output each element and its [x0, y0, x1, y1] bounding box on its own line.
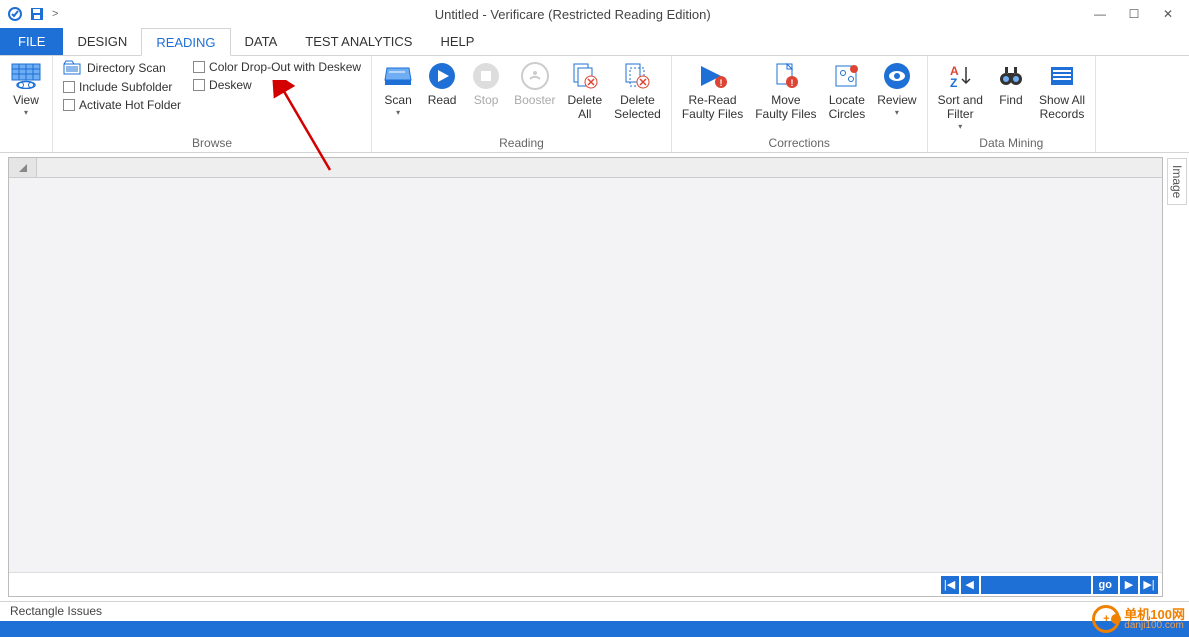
folder-scan-icon	[63, 60, 83, 76]
grid-view-icon	[10, 60, 42, 92]
view-label: View	[13, 94, 39, 108]
review-button[interactable]: Review ▾	[871, 58, 922, 119]
tab-file[interactable]: FILE	[0, 28, 63, 55]
show-all-records-button[interactable]: Show All Records	[1033, 58, 1091, 124]
view-button[interactable]: View ▾	[4, 58, 48, 119]
deskew-checkbox[interactable]: Deskew	[193, 78, 361, 92]
checkbox-icon	[193, 79, 205, 91]
data-grid[interactable]: |◀ ◀ go ▶ ▶|	[8, 157, 1163, 597]
status-bar	[0, 621, 1189, 637]
maximize-button[interactable]: ☐	[1121, 4, 1147, 24]
nav-go-button[interactable]: go	[1093, 576, 1118, 594]
eye-icon	[881, 60, 913, 92]
activate-hot-folder-checkbox[interactable]: Activate Hot Folder	[63, 98, 181, 112]
minimize-button[interactable]: —	[1087, 4, 1113, 24]
delete-selected-icon	[621, 60, 653, 92]
nav-scrollbar[interactable]	[981, 576, 1091, 594]
delete-all-icon	[569, 60, 601, 92]
play-icon	[426, 60, 458, 92]
svg-text:!: !	[790, 78, 793, 88]
binoculars-icon	[995, 60, 1027, 92]
tab-design[interactable]: DESIGN	[63, 28, 141, 55]
include-subfolder-checkbox[interactable]: Include Subfolder	[63, 80, 181, 94]
color-dropout-deskew-checkbox[interactable]: Color Drop-Out with Deskew	[193, 60, 361, 74]
directory-scan-button[interactable]: Directory Scan	[63, 60, 181, 76]
tab-reading[interactable]: READING	[141, 28, 230, 56]
image-panel-tab[interactable]: Image	[1167, 158, 1187, 205]
quick-access-toolbar: >	[0, 5, 58, 23]
chevron-down-icon: ▾	[396, 108, 400, 117]
locate-circles-icon	[831, 60, 863, 92]
grid-body[interactable]	[9, 178, 1162, 572]
tab-help[interactable]: HELP	[426, 28, 488, 55]
chevron-down-icon: ▾	[958, 122, 962, 131]
grid-header	[9, 158, 1162, 178]
read-button[interactable]: Read	[420, 58, 464, 110]
rectangle-issues-panel-header[interactable]: Rectangle Issues	[0, 601, 1189, 621]
find-button[interactable]: Find	[989, 58, 1033, 110]
chevron-down-icon: ▾	[24, 108, 28, 117]
watermark: + 单机100网 danji100.com	[1092, 605, 1185, 633]
delete-all-button[interactable]: Delete All	[561, 58, 608, 124]
group-label-reading: Reading	[376, 134, 667, 152]
group-label-data-mining: Data Mining	[932, 134, 1091, 152]
save-icon[interactable]	[28, 5, 46, 23]
svg-text:Z: Z	[950, 76, 957, 89]
nav-first-button[interactable]: |◀	[941, 576, 959, 594]
stop-button[interactable]: Stop	[464, 58, 508, 110]
group-label-browse: Browse	[57, 134, 367, 152]
checkbox-icon	[193, 61, 205, 73]
booster-button[interactable]: Booster	[508, 58, 561, 110]
close-button[interactable]: ✕	[1155, 4, 1181, 24]
document-alert-icon: !	[770, 60, 802, 92]
sort-az-icon: AZ	[944, 60, 976, 92]
nav-next-button[interactable]: ▶	[1120, 576, 1138, 594]
move-faulty-button[interactable]: ! Move Faulty Files	[749, 58, 822, 124]
booster-icon	[519, 60, 551, 92]
nav-last-button[interactable]: ▶|	[1140, 576, 1158, 594]
nav-prev-button[interactable]: ◀	[961, 576, 979, 594]
locate-circles-button[interactable]: Locate Circles	[823, 58, 872, 124]
checkbox-icon	[63, 99, 75, 111]
group-label-corrections: Corrections	[676, 134, 923, 152]
qat-dropdown-marker[interactable]: >	[50, 8, 58, 20]
reread-faulty-button[interactable]: ! Re-Read Faulty Files	[676, 58, 749, 124]
sort-filter-button[interactable]: AZ Sort and Filter ▾	[932, 58, 989, 133]
tab-test-analytics[interactable]: TEST ANALYTICS	[291, 28, 426, 55]
delete-selected-button[interactable]: Delete Selected	[608, 58, 667, 124]
watermark-logo-icon: +	[1092, 605, 1120, 633]
chevron-down-icon: ▾	[895, 108, 899, 117]
tab-data[interactable]: DATA	[231, 28, 292, 55]
ribbon-tabs: FILE DESIGN READING DATA TEST ANALYTICS …	[0, 28, 1189, 56]
records-icon	[1046, 60, 1078, 92]
stop-icon	[470, 60, 502, 92]
play-alert-icon: !	[697, 60, 729, 92]
grid-select-all-corner[interactable]	[9, 158, 37, 177]
app-icon[interactable]	[6, 5, 24, 23]
svg-text:!: !	[719, 78, 722, 88]
grid-navigator: |◀ ◀ go ▶ ▶|	[9, 572, 1162, 596]
window-title: Untitled - Verificare (Restricted Readin…	[58, 7, 1087, 22]
content-area: |◀ ◀ go ▶ ▶|	[0, 153, 1189, 601]
ribbon: View ▾ Directory Scan Include Subfolder …	[0, 56, 1189, 153]
scan-button[interactable]: Scan ▾	[376, 58, 420, 119]
title-bar: > Untitled - Verificare (Restricted Read…	[0, 0, 1189, 28]
scanner-icon	[382, 60, 414, 92]
checkbox-icon	[63, 81, 75, 93]
